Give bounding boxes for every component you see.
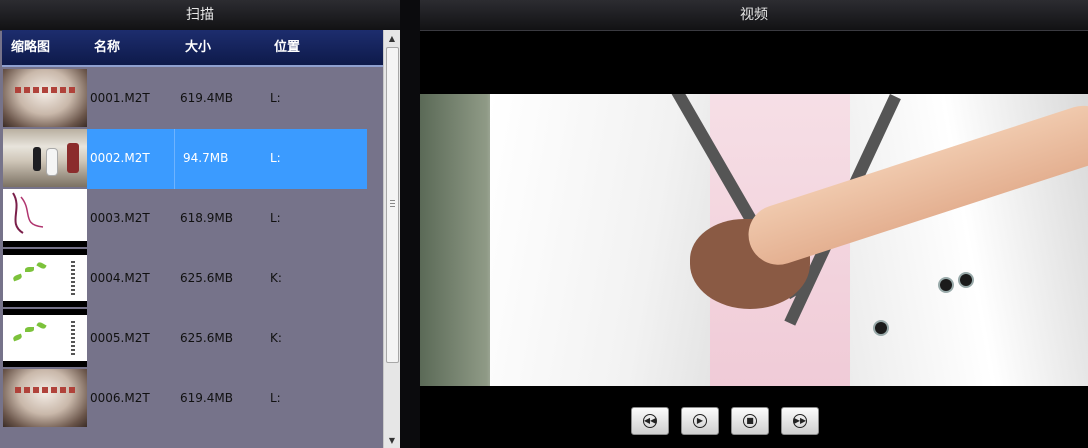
file-size: 619.4MB xyxy=(180,91,233,105)
rewind-button[interactable]: ◀◀ xyxy=(631,407,669,435)
stop-button[interactable]: ■ xyxy=(731,407,769,435)
scroll-down-arrow-icon[interactable]: ▼ xyxy=(384,434,400,448)
file-row[interactable]: 0001.M2T 619.4MB L: xyxy=(2,68,383,128)
file-row[interactable]: 0003.M2T 618.9MB L: xyxy=(2,188,383,248)
video-thumbnail xyxy=(3,129,87,187)
file-name: 0002.M2T xyxy=(90,151,150,165)
file-list: 0001.M2T 619.4MB L: 0002.M2T 94.7MB L: 0… xyxy=(2,68,383,448)
scrollbar-thumb[interactable] xyxy=(386,47,399,363)
rewind-icon: ◀◀ xyxy=(643,414,657,428)
file-size: 618.9MB xyxy=(180,211,233,225)
file-row[interactable]: 0005.M2T 625.6MB K: xyxy=(2,308,383,368)
file-location: K: xyxy=(270,271,282,285)
file-size: 94.7MB xyxy=(183,151,229,165)
scan-panel: 扫描 缩略图 名称 大小 位置 0001.M2T 619.4MB L: 0002… xyxy=(0,0,400,448)
video-panel-title: 视频 xyxy=(420,0,1088,31)
video-thumbnail xyxy=(3,249,87,307)
video-thumbnail xyxy=(3,189,87,247)
column-header-thumbnail[interactable]: 缩略图 xyxy=(11,30,50,66)
video-thumbnail xyxy=(3,69,87,127)
column-header-location[interactable]: 位置 xyxy=(274,30,300,66)
file-name: 0001.M2T xyxy=(90,91,150,105)
file-size: 625.6MB xyxy=(180,271,233,285)
file-list-scrollbar[interactable]: ▲ ▼ xyxy=(383,30,400,448)
file-location: L: xyxy=(270,91,281,105)
video-panel: 视频 ◀◀ ▶ ■ ▶▶ xyxy=(420,0,1088,448)
file-name: 0005.M2T xyxy=(90,331,150,345)
file-name: 0003.M2T xyxy=(90,211,150,225)
file-location: L: xyxy=(270,151,281,165)
column-header-name[interactable]: 名称 xyxy=(94,30,120,66)
file-name: 0006.M2T xyxy=(90,391,150,405)
play-button[interactable]: ▶ xyxy=(681,407,719,435)
video-thumbnail xyxy=(3,369,87,427)
file-location: L: xyxy=(270,391,281,405)
file-size: 625.6MB xyxy=(180,331,233,345)
column-header-size[interactable]: 大小 xyxy=(185,30,211,66)
file-row[interactable]: 0004.M2T 625.6MB K: xyxy=(2,248,383,308)
scan-panel-title: 扫描 xyxy=(0,0,400,31)
video-frame[interactable] xyxy=(420,94,1088,386)
file-row-selected[interactable]: 0002.M2T 94.7MB L: xyxy=(2,128,383,189)
file-size: 619.4MB xyxy=(180,391,233,405)
play-icon: ▶ xyxy=(693,414,707,428)
file-name: 0004.M2T xyxy=(90,271,150,285)
stop-icon: ■ xyxy=(743,414,757,428)
file-list-header: 缩略图 名称 大小 位置 xyxy=(2,30,383,67)
video-thumbnail xyxy=(3,309,87,367)
file-row[interactable]: 0006.M2T 619.4MB L: xyxy=(2,368,383,428)
file-location: K: xyxy=(270,331,282,345)
file-location: L: xyxy=(270,211,281,225)
fast-forward-icon: ▶▶ xyxy=(793,414,807,428)
scroll-up-arrow-icon[interactable]: ▲ xyxy=(384,32,400,46)
playback-controls: ◀◀ ▶ ■ ▶▶ xyxy=(420,407,1088,435)
fast-forward-button[interactable]: ▶▶ xyxy=(781,407,819,435)
